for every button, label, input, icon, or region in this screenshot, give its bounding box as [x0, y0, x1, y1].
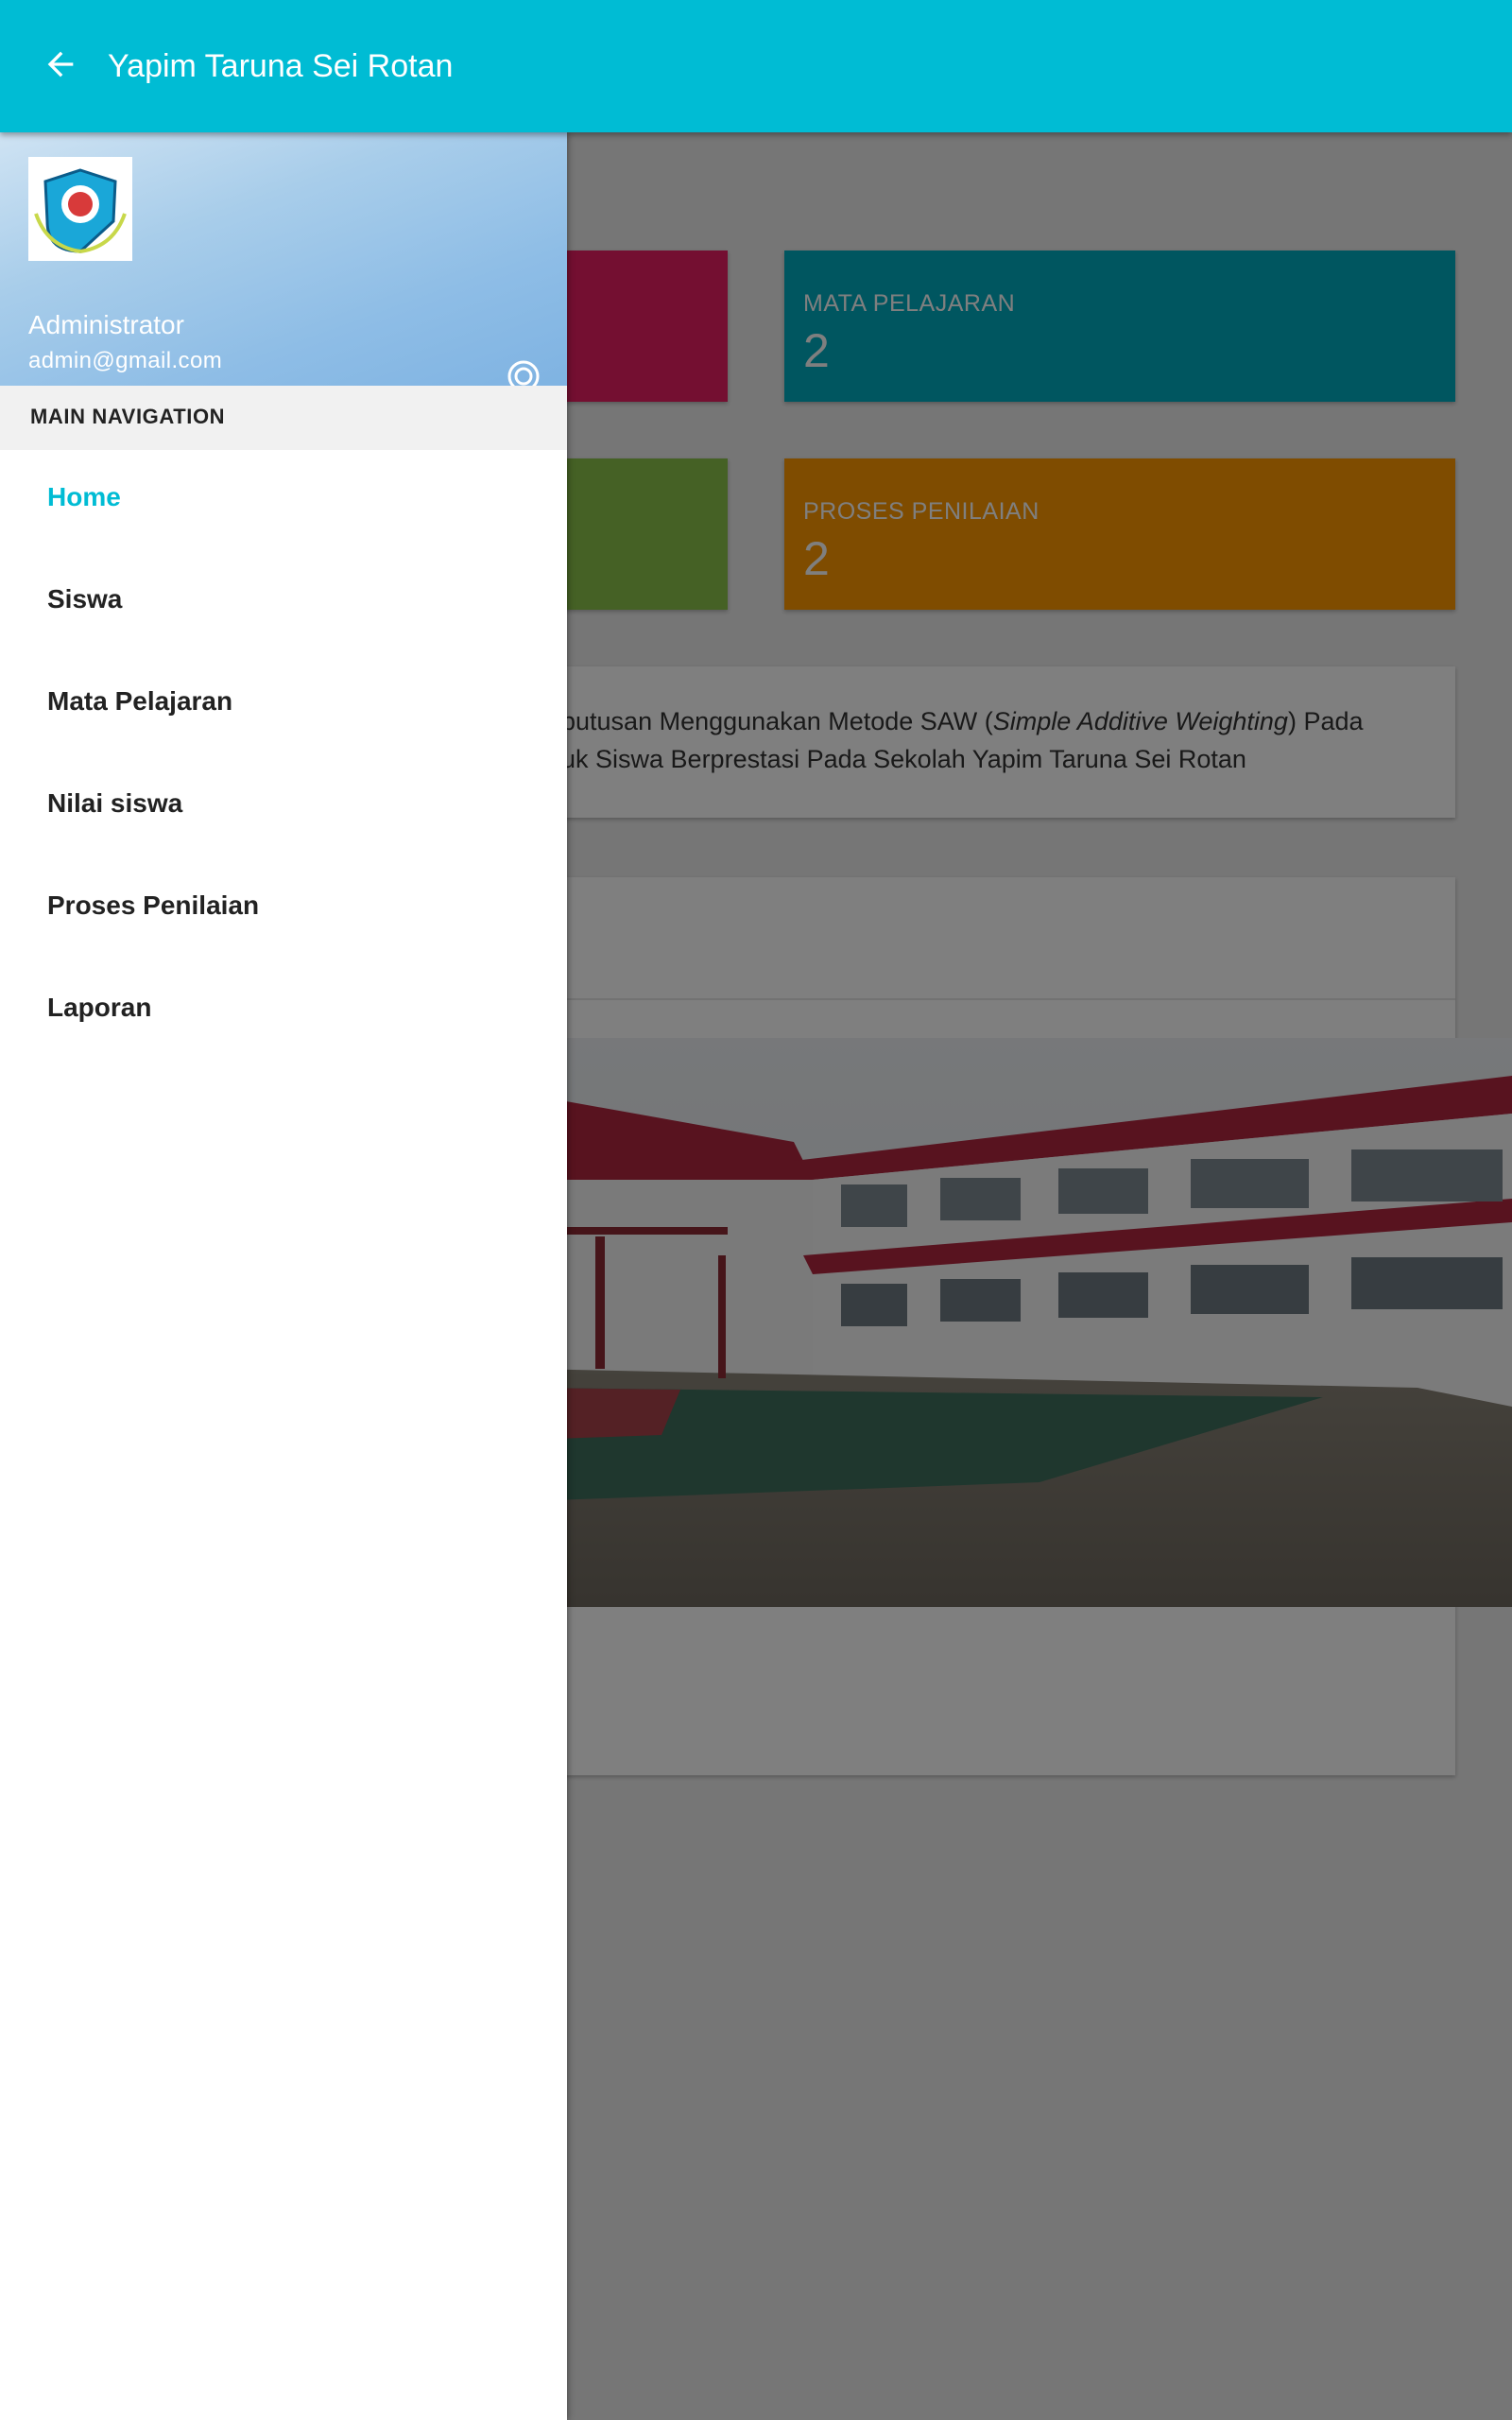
navigation-drawer: Administrator admin@gmail.com MAIN NAVIG… — [0, 132, 567, 2420]
main-navigation-header: MAIN NAVIGATION — [0, 386, 567, 450]
drawer-header: Administrator admin@gmail.com — [0, 132, 567, 386]
account-toggle-button[interactable] — [505, 357, 542, 386]
nav-item-label: Mata Pelajaran — [47, 686, 233, 716]
user-name: Administrator — [28, 310, 184, 339]
nav-item-label: Laporan — [47, 993, 152, 1022]
section-title: MAIN NAVIGATION — [30, 405, 226, 428]
nav-item-label: Nilai siswa — [47, 788, 183, 818]
nav-item-label: Home — [47, 482, 121, 511]
arrow-left-icon — [47, 51, 74, 78]
nav-item-home[interactable]: Home — [0, 450, 567, 552]
back-button[interactable] — [30, 34, 91, 95]
user-email: admin@gmail.com — [28, 348, 223, 373]
radio-target-icon — [507, 360, 540, 386]
nav-item-proses-penilaian[interactable]: Proses Penilaian — [0, 858, 567, 960]
nav-item-siswa[interactable]: Siswa — [0, 552, 567, 654]
nav-item-label: Proses Penilaian — [47, 890, 260, 920]
school-logo — [28, 157, 132, 261]
nav-item-label: Siswa — [47, 584, 123, 614]
app-title: Yapim Taruna Sei Rotan — [108, 48, 454, 84]
app-bar: Yapim Taruna Sei Rotan — [0, 0, 1512, 132]
nav-item-mata-pelajaran[interactable]: Mata Pelajaran — [0, 654, 567, 756]
nav-item-laporan[interactable]: Laporan — [0, 960, 567, 1063]
nav-item-nilai-siswa[interactable]: Nilai siswa — [0, 756, 567, 858]
